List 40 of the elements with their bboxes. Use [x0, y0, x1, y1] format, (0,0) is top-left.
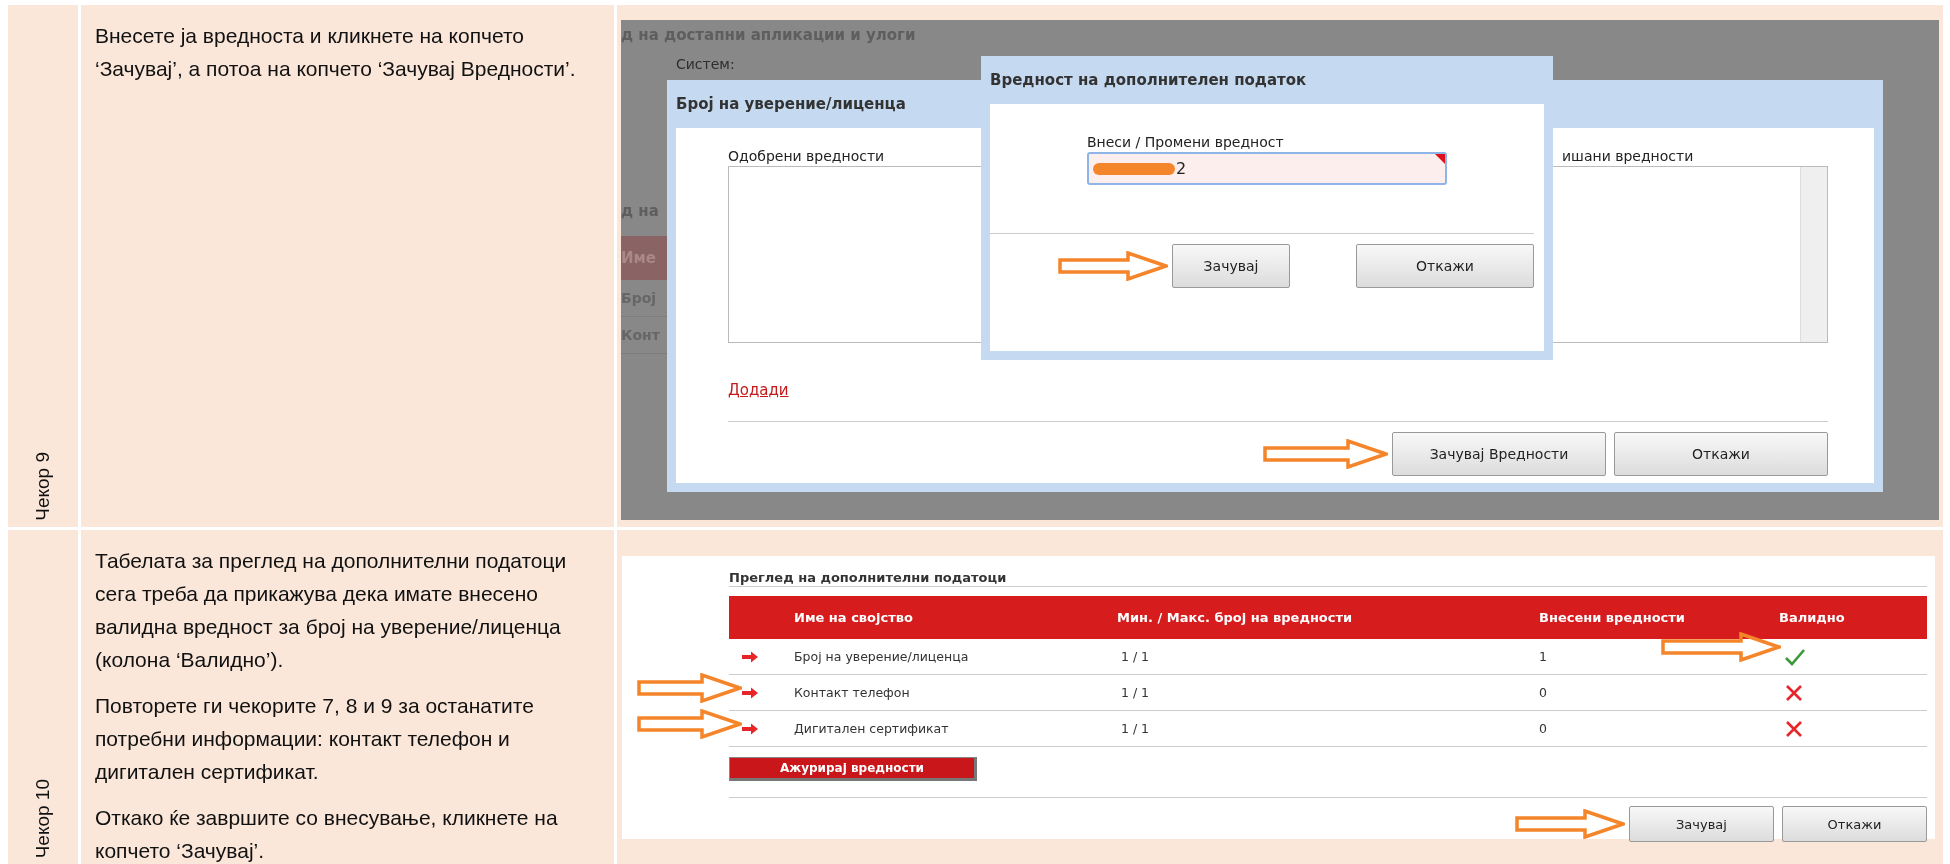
section-heading: Преглед на дополнителни податоци	[729, 570, 1927, 587]
dialog-button[interactable]: Откажи	[1782, 806, 1927, 842]
list-label: ишани вредности	[1561, 148, 1695, 164]
column-header: Валидно	[1779, 610, 1846, 625]
table-cell-text: Дигитален сертификат	[794, 721, 950, 736]
assigned-values-list[interactable]	[1550, 166, 1828, 343]
dialog-button[interactable]: Зачувај	[1172, 244, 1290, 288]
scrollbar[interactable]	[1800, 167, 1827, 342]
add-link[interactable]: Додади	[728, 381, 789, 399]
table-cell-text: Број на уверение/лиценца	[794, 649, 970, 664]
error-corner-icon	[1435, 154, 1445, 164]
column-header: Внесени вредности	[1539, 610, 1686, 625]
dialog-title: Вредност на дополнителен податок	[990, 70, 1307, 91]
table-cell-text: 0	[1539, 721, 1548, 736]
arrow-icon	[741, 722, 759, 735]
field-label: Систем:	[675, 55, 736, 72]
table-cell-text: 0	[1539, 685, 1548, 700]
table-cell-text: 1 / 1	[1120, 685, 1151, 700]
instruction-text: Откако ќе завршите со внесување, кликнете на копчето ‘Зачувај’.	[95, 805, 559, 864]
table-cell-text: Контакт телефон	[794, 685, 911, 700]
instruction-text: Внесете ја вредноста и кликнете на копчето ‘Зачувај’, а потоа на копчето ‘Зачувај Вредности’.	[95, 23, 577, 82]
table-cell-text: 1 / 1	[1120, 721, 1151, 736]
dialog-button[interactable]: Откажи	[1614, 432, 1828, 476]
step-label: Чекор 9	[32, 452, 54, 521]
field-label: Внеси / Промени вредност	[1087, 134, 1285, 150]
instruction-text: Повторете ги чекорите 7, 8 и 9 за останатите потребни информации: контакт телефон и дигитален сертификат.	[95, 693, 535, 785]
instruction-text: Табелата за преглед на дополнителни податоци сега треба да прикажува дека имате внесено валидна вредност за број на уверение/лиценца (колона ‘Валидно’).	[95, 548, 568, 673]
arrow-icon	[741, 686, 759, 699]
column-header: Мин. / Макс. број на вредности	[1117, 610, 1354, 625]
table-cell-text: 1	[1539, 649, 1548, 664]
column-header: Име на својство	[794, 610, 914, 625]
dialog-button[interactable]: Зачувај	[1629, 806, 1774, 842]
dialog-button[interactable]: Зачувај Вредности	[1392, 432, 1606, 476]
table-cell-text: 1 / 1	[1120, 649, 1151, 664]
value-input[interactable]: 2	[1087, 152, 1447, 185]
dialog-button[interactable]: Откажи	[1356, 244, 1534, 288]
step-label: Чекор 10	[32, 778, 54, 858]
dialog-title: Број на уверение/лиценца	[676, 94, 906, 115]
update-values-button[interactable]: Ажурирај вредности	[729, 757, 977, 781]
list-label: Одобрени вредности	[728, 148, 886, 164]
